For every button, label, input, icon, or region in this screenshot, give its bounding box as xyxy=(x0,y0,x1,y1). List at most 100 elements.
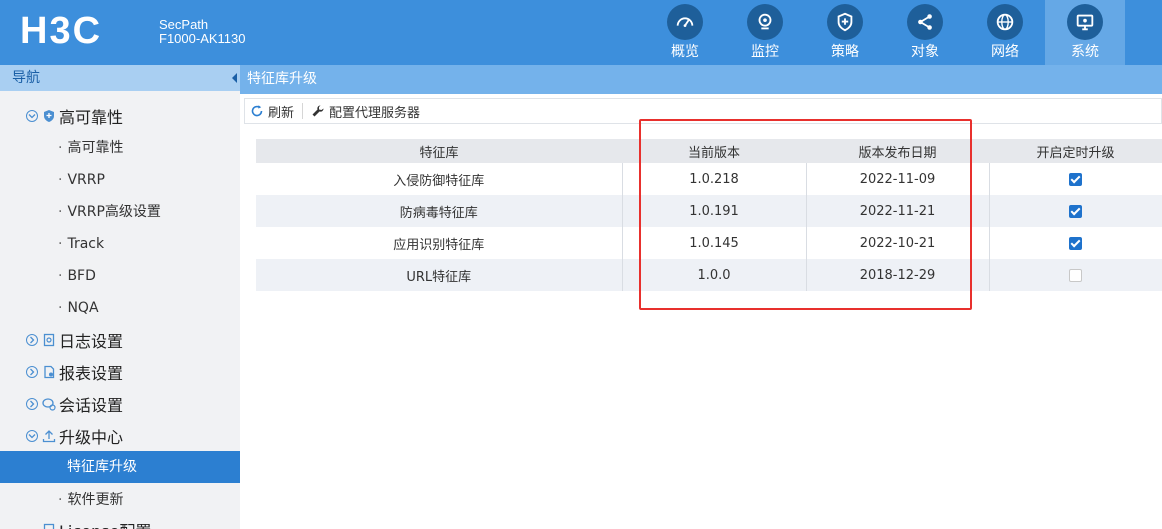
current-version: 1.0.0 xyxy=(621,259,806,291)
page-title: 特征库升级 xyxy=(240,65,1162,94)
nav-item-label: VRRP xyxy=(67,172,105,188)
bullet: · xyxy=(58,268,63,284)
table-row[interactable]: URL特征库 1.0.0 2018-12-29 xyxy=(256,259,1162,291)
column-header[interactable]: 当前版本 xyxy=(622,139,806,163)
share-icon xyxy=(907,4,943,40)
nav-title: 导航 xyxy=(0,65,240,91)
proxy-config-button[interactable]: 配置代理服务器 xyxy=(311,102,420,121)
column-header[interactable]: 特征库 xyxy=(256,139,622,163)
bullet: · xyxy=(58,204,63,220)
tab-network[interactable]: 网络 xyxy=(965,0,1045,65)
release-date: 2022-11-09 xyxy=(805,163,989,195)
tab-label: 系统 xyxy=(1071,44,1099,60)
signature-name: 应用识别特征库 xyxy=(256,227,622,259)
chat-icon xyxy=(42,398,56,411)
bullet: · xyxy=(58,236,63,252)
auto-upgrade-checkbox[interactable] xyxy=(1069,268,1083,282)
release-date: 2018-12-29 xyxy=(805,259,989,291)
current-version: 1.0.218 xyxy=(621,163,806,195)
release-date: 2022-11-21 xyxy=(805,195,989,227)
tab-policy[interactable]: 策略 xyxy=(805,0,885,65)
tab-object[interactable]: 对象 xyxy=(885,0,965,65)
toolbar-divider xyxy=(302,103,304,119)
auto-upgrade-cell xyxy=(988,227,1162,259)
caret-left-icon xyxy=(229,65,240,91)
product-model: F1000-AK1130 xyxy=(159,31,246,46)
auto-upgrade-cell xyxy=(988,195,1162,227)
nav-item-label: 高可靠性 xyxy=(67,140,124,156)
nav-item-bfd[interactable]: · BFD xyxy=(58,263,96,289)
proxy-config-label: 配置代理服务器 xyxy=(329,105,421,121)
bullet: · xyxy=(58,492,63,508)
tab-label: 对象 xyxy=(911,44,939,60)
nav-group-log[interactable]: 日志设置 xyxy=(26,327,123,353)
tab-label: 概览 xyxy=(671,44,699,60)
nav-group-report[interactable]: 报表设置 xyxy=(26,359,123,385)
nav-group-label: 高可靠性 xyxy=(59,108,124,127)
upload-icon xyxy=(42,430,56,443)
refresh-label: 刷新 xyxy=(268,105,295,121)
nav-item-software-update[interactable]: · 软件更新 xyxy=(58,487,123,513)
bullet: · xyxy=(58,140,63,156)
chevron-down-icon xyxy=(26,430,38,442)
refresh-button[interactable]: 刷新 xyxy=(250,102,294,121)
nav-item-signature-upgrade[interactable]: 特征库升级 xyxy=(0,451,240,483)
dashboard-icon xyxy=(667,4,703,40)
tab-overview[interactable]: 概览 xyxy=(645,0,725,65)
nav-group-label: 会话设置 xyxy=(59,396,124,415)
auto-upgrade-checkbox[interactable] xyxy=(1069,204,1083,218)
product-name: SecPath F1000-AK1130 xyxy=(159,18,246,46)
nav-item-nqa[interactable]: · NQA xyxy=(58,295,99,321)
nav-item-label: NQA xyxy=(67,300,99,316)
table-row[interactable]: 防病毒特征库 1.0.191 2022-11-21 xyxy=(256,195,1162,227)
nav-group-label: 日志设置 xyxy=(59,332,124,351)
globe-icon xyxy=(987,4,1023,40)
nav-group-license[interactable]: License配置 xyxy=(26,517,151,529)
nav-item-vrrp[interactable]: · VRRP xyxy=(58,167,105,193)
current-version: 1.0.191 xyxy=(621,195,806,227)
auto-upgrade-cell xyxy=(988,163,1162,195)
release-date: 2022-10-21 xyxy=(805,227,989,259)
brand-logo: H3C xyxy=(20,10,103,52)
chevron-right-icon xyxy=(26,398,38,410)
collapse-nav-button[interactable] xyxy=(229,65,240,91)
tab-monitor[interactable]: 监控 xyxy=(725,0,805,65)
nav-item-label: Track xyxy=(67,236,105,252)
signature-name: 入侵防御特征库 xyxy=(256,163,622,195)
wrench-icon xyxy=(312,105,324,117)
chevron-right-icon xyxy=(26,334,38,346)
toolbar: 刷新 配置代理服务器 xyxy=(244,98,1162,124)
table-row[interactable]: 应用识别特征库 1.0.145 2022-10-21 xyxy=(256,227,1162,259)
current-version: 1.0.145 xyxy=(621,227,806,259)
auto-upgrade-checkbox[interactable] xyxy=(1069,236,1083,250)
nav-group-label: License配置 xyxy=(59,518,151,529)
nav-item-label: 软件更新 xyxy=(67,492,124,508)
nav-group-ha[interactable]: 高可靠性 xyxy=(26,103,123,129)
camera-icon xyxy=(747,4,783,40)
bullet: · xyxy=(58,300,63,316)
document-icon xyxy=(43,333,55,347)
column-header[interactable]: 开启定时升级 xyxy=(989,139,1162,163)
report-icon xyxy=(44,365,55,379)
column-header[interactable]: 版本发布日期 xyxy=(806,139,989,163)
tab-label: 网络 xyxy=(991,44,1019,60)
table-row[interactable]: 入侵防御特征库 1.0.218 2022-11-09 xyxy=(256,163,1162,195)
tab-label: 策略 xyxy=(831,44,859,60)
nav-group-session[interactable]: 会话设置 xyxy=(26,391,123,417)
signature-name: URL特征库 xyxy=(256,259,622,291)
top-header: H3C SecPath F1000-AK1130 概览 监控 策略 对象 网络 xyxy=(0,0,1162,65)
refresh-icon xyxy=(251,105,263,117)
nav-item-track[interactable]: · Track xyxy=(58,231,104,257)
nav-group-label: 升级中心 xyxy=(59,428,124,447)
tab-label: 监控 xyxy=(751,44,779,60)
nav-item-label: VRRP高级设置 xyxy=(67,204,161,220)
auto-upgrade-checkbox[interactable] xyxy=(1069,172,1083,186)
signature-table: 特征库 当前版本 版本发布日期 开启定时升级 入侵防御特征库 1.0.218 2… xyxy=(256,139,1162,291)
nav-group-upgrade[interactable]: 升级中心 xyxy=(26,423,123,449)
nav-group-label: 报表设置 xyxy=(59,364,124,383)
shield-icon xyxy=(44,110,54,122)
tab-system[interactable]: 系统 xyxy=(1045,0,1125,65)
product-line: SecPath xyxy=(159,17,209,32)
nav-item-ha[interactable]: · 高可靠性 xyxy=(58,135,123,161)
nav-item-vrrp-advanced[interactable]: · VRRP高级设置 xyxy=(58,199,161,225)
